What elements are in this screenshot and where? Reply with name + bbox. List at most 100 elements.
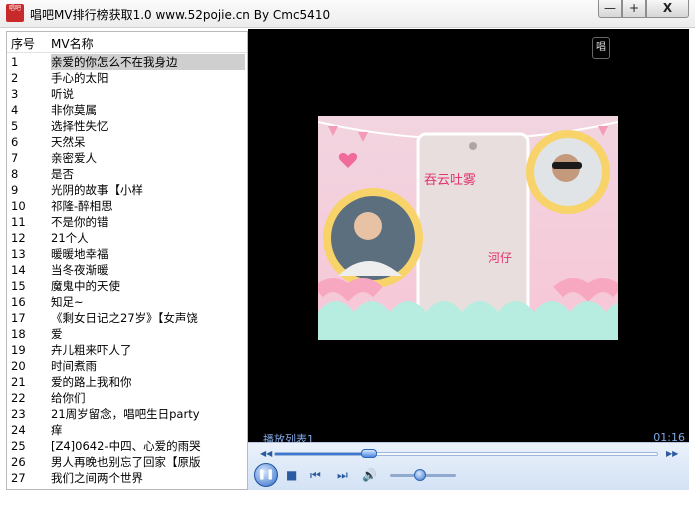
list-item-name: 亲密爱人 xyxy=(51,151,97,165)
mv-list[interactable]: 序号 MV名称 1 亲爱的你怎么不在我身边 2 手心的太阳 3 听说 4 非你莫属 5 选择性失忆… xyxy=(6,31,248,490)
list-item-index: 14 xyxy=(11,263,26,277)
app-logo-label: 唱吧 xyxy=(8,5,21,12)
video-image: 吞云吐雾 河仔 xyxy=(318,116,618,340)
maximize-button[interactable]: + xyxy=(622,0,646,18)
list-item-index: 10 xyxy=(11,199,26,213)
column-header-name[interactable]: MV名称 xyxy=(51,35,94,52)
list-item[interactable]: 12 21个人 xyxy=(7,230,247,246)
list-item-name: 听说 xyxy=(51,87,74,101)
volume-thumb[interactable] xyxy=(413,469,426,481)
list-item-index: 4 xyxy=(11,103,19,117)
list-item-name: 非你莫属 xyxy=(51,103,97,117)
list-item-name: 天然呆 xyxy=(51,135,86,149)
list-item-name: 手心的太阳 xyxy=(51,71,109,85)
list-item-index: 3 xyxy=(11,87,19,101)
list-item[interactable]: 5 选择性失忆 xyxy=(7,118,247,134)
list-item-index: 1 xyxy=(11,55,19,69)
list-item-name: 《剩女日记之27岁》【女声饶 xyxy=(51,311,198,325)
list-item[interactable]: 9 光阴的故事【小样 xyxy=(7,182,247,198)
list-item[interactable]: 16 知足~ xyxy=(7,294,247,310)
list-item[interactable]: 11 不是你的错 xyxy=(7,214,247,230)
list-item-index: 16 xyxy=(11,295,26,309)
title-bar[interactable]: 唱吧 唱吧MV排行榜获取1.0 www.52pojie.cn By Cmc541… xyxy=(0,0,695,28)
list-rows: 1 亲爱的你怎么不在我身边 2 手心的太阳 3 听说 4 非你莫属 5 选择性失忆 6 天然呆 7 亲密爱… xyxy=(7,54,247,486)
next-icon[interactable]: ⏭ xyxy=(337,468,348,482)
list-item[interactable]: 19 卉儿粗来吓人了 xyxy=(7,342,247,358)
stop-icon[interactable]: ■ xyxy=(286,468,297,482)
volume-icon[interactable]: 🔊 xyxy=(362,468,377,482)
list-item-name: 不是你的错 xyxy=(51,215,109,229)
list-item[interactable]: 17 《剩女日记之27岁》【女声饶 xyxy=(7,310,247,326)
list-item-name: 爱 xyxy=(51,327,63,341)
video-caption-2: 河仔 xyxy=(488,251,512,265)
list-item[interactable]: 1 亲爱的你怎么不在我身边 xyxy=(7,54,247,70)
list-item-name: 男人再晚也别忘了回家【原版 xyxy=(51,455,201,469)
video-player[interactable]: 唱 吞云吐雾 河仔 播放列表1 01:16 xyxy=(248,29,689,489)
list-item-index: 23 xyxy=(11,407,26,421)
list-item-index: 22 xyxy=(11,391,26,405)
list-item-name: 是否 xyxy=(51,167,74,181)
list-item-name: 卉儿粗来吓人了 xyxy=(51,343,132,357)
previous-icon[interactable]: ⏮ xyxy=(310,468,321,482)
list-item-name: 21周岁留念，唱吧生日party xyxy=(51,407,200,421)
list-item[interactable]: 6 天然呆 xyxy=(7,134,247,150)
list-item-name: 光阴的故事【小样 xyxy=(51,183,143,197)
list-item-name: [Z4]0642-中四、心爱的雨哭 xyxy=(51,439,201,453)
list-item-index: 2 xyxy=(11,71,19,85)
list-item-index: 25 xyxy=(11,439,26,453)
list-item-name: 21个人 xyxy=(51,231,89,245)
list-item[interactable]: 25 [Z4]0642-中四、心爱的雨哭 xyxy=(7,438,247,454)
list-item-index: 27 xyxy=(11,471,26,485)
app-logo-icon: 唱吧 xyxy=(6,4,24,22)
list-item[interactable]: 27 我们之间两个世界 xyxy=(7,470,247,486)
list-item[interactable]: 20 时间煮雨 xyxy=(7,358,247,374)
list-item[interactable]: 13 暖暖地幸福 xyxy=(7,246,247,262)
list-item-name: 选择性失忆 xyxy=(51,119,109,133)
list-item-name: 知足~ xyxy=(51,295,84,309)
list-item-name: 当冬夜渐暖 xyxy=(51,263,109,277)
list-item[interactable]: 18 爱 xyxy=(7,326,247,342)
list-item-name: 给你们 xyxy=(51,391,86,405)
list-item[interactable]: 23 21周岁留念，唱吧生日party xyxy=(7,406,247,422)
play-pause-icon[interactable]: ❚❚ xyxy=(254,463,278,487)
minimize-button[interactable]: — xyxy=(598,0,622,18)
list-item[interactable]: 3 听说 xyxy=(7,86,247,102)
list-item[interactable]: 14 当冬夜渐暖 xyxy=(7,262,247,278)
list-header: 序号 MV名称 xyxy=(7,32,247,53)
seek-back-icon[interactable]: ◀◀ xyxy=(260,449,272,458)
list-item-name: 魔鬼中的天使 xyxy=(51,279,120,293)
video-frame[interactable]: 吞云吐雾 河仔 xyxy=(318,116,618,340)
list-item[interactable]: 10 祁隆-醉相思 xyxy=(7,198,247,214)
list-item[interactable]: 21 爱的路上我和你 xyxy=(7,374,247,390)
list-item-index: 7 xyxy=(11,151,19,165)
list-item-name: 爱的路上我和你 xyxy=(51,375,132,389)
list-item[interactable]: 15 魔鬼中的天使 xyxy=(7,278,247,294)
list-item-index: 9 xyxy=(11,183,19,197)
list-item[interactable]: 22 给你们 xyxy=(7,390,247,406)
list-item-name: 我们之间两个世界 xyxy=(51,471,143,485)
list-item-index: 26 xyxy=(11,455,26,469)
list-item-index: 19 xyxy=(11,343,26,357)
list-item[interactable]: 2 手心的太阳 xyxy=(7,70,247,86)
list-item-index: 11 xyxy=(11,215,26,229)
list-item[interactable]: 26 男人再晚也别忘了回家【原版 xyxy=(7,454,247,470)
window-title: 唱吧MV排行榜获取1.0 www.52pojie.cn By Cmc5410 xyxy=(30,8,331,22)
list-item-index: 8 xyxy=(11,167,19,181)
list-item-name: 祁隆-醉相思 xyxy=(51,199,113,213)
list-item[interactable]: 24 痒 xyxy=(7,422,247,438)
list-item-name: 时间煮雨 xyxy=(51,359,97,373)
list-item-name: 痒 xyxy=(51,423,63,437)
video-caption-1: 吞云吐雾 xyxy=(424,173,476,188)
list-item-index: 24 xyxy=(11,423,26,437)
chat-icon[interactable]: 唱 xyxy=(592,37,610,59)
seek-forward-icon[interactable]: ▶▶ xyxy=(666,449,678,458)
list-item[interactable]: 8 是否 xyxy=(7,166,247,182)
list-item-index: 18 xyxy=(11,327,26,341)
seek-thumb[interactable] xyxy=(360,449,377,458)
list-item[interactable]: 4 非你莫属 xyxy=(7,102,247,118)
seek-bar[interactable] xyxy=(274,449,658,458)
list-item-index: 15 xyxy=(11,279,26,293)
list-item[interactable]: 7 亲密爱人 xyxy=(7,150,247,166)
column-header-index[interactable]: 序号 xyxy=(11,35,35,52)
close-button[interactable]: X xyxy=(646,0,689,18)
